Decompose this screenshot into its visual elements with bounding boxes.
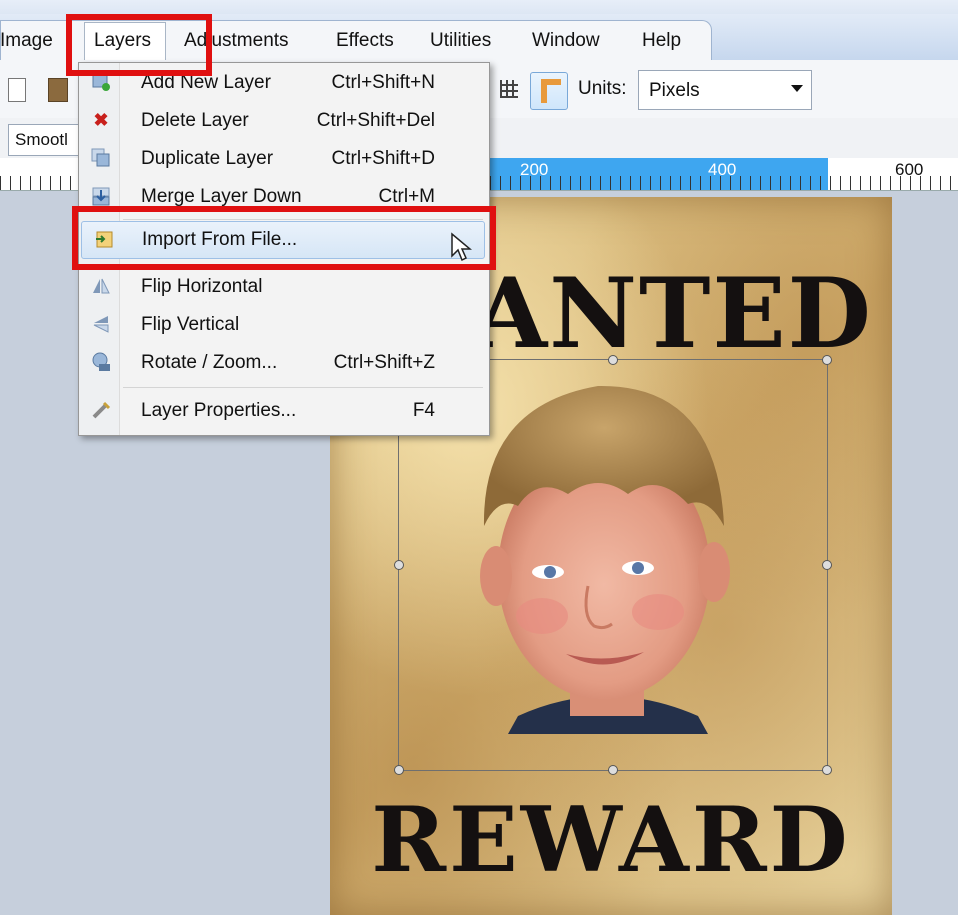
antialiasing-value: Smootl [15,130,68,149]
menu-item-rotate-zoom[interactable]: Rotate / Zoom... Ctrl+Shift+Z [79,345,489,381]
annotation-highlight-import-item [72,206,496,270]
rotate-zoom-icon [91,352,111,372]
poster-reward-text: REWARD [371,787,851,893]
merge-down-icon [91,186,111,206]
menu-help[interactable]: Help [642,30,681,52]
delete-icon: ✖ [93,110,109,130]
chevron-down-icon [791,85,803,92]
resize-handle[interactable] [608,355,618,365]
menu-separator [123,387,483,388]
menu-utilities[interactable]: Utilities [430,30,491,52]
rulers-toggle-button[interactable] [530,72,568,110]
resize-handle[interactable] [822,355,832,365]
flip-vertical-icon [91,314,111,334]
ruler-label-600: 600 [895,160,924,179]
antialiasing-select[interactable]: Smootl [8,124,84,156]
resize-handle[interactable] [608,765,618,775]
units-label: Units: [578,78,627,99]
grid-toggle-icon[interactable] [500,80,518,98]
new-document-icon[interactable] [8,78,26,102]
flip-horizontal-icon [91,276,111,296]
paste-icon[interactable] [48,78,68,102]
menu-item-flip-vertical[interactable]: Flip Vertical [79,307,489,343]
menu-item-duplicate-layer[interactable]: Duplicate Layer Ctrl+Shift+D [79,141,489,177]
title-bar [0,0,958,14]
layer-properties-icon [91,400,111,420]
menu-image[interactable]: Image [0,30,53,52]
resize-handle[interactable] [822,765,832,775]
menu-item-delete-layer[interactable]: ✖ Delete Layer Ctrl+Shift+Del [79,103,489,139]
resize-handle[interactable] [822,560,832,570]
ruler-label-400: 400 [708,160,737,179]
duplicate-layer-icon [91,148,111,168]
menu-window[interactable]: Window [532,30,600,52]
units-value: Pixels [649,80,700,101]
menu-item-layer-properties[interactable]: Layer Properties... F4 [79,393,489,429]
annotation-highlight-layers-menu [66,14,212,76]
ruler-label-200: 200 [520,160,549,179]
units-select[interactable]: Pixels [638,70,812,110]
resize-handle[interactable] [394,765,404,775]
resize-handle[interactable] [394,560,404,570]
menu-item-flip-horizontal[interactable]: Flip Horizontal [79,269,489,305]
menu-effects[interactable]: Effects [336,30,394,52]
